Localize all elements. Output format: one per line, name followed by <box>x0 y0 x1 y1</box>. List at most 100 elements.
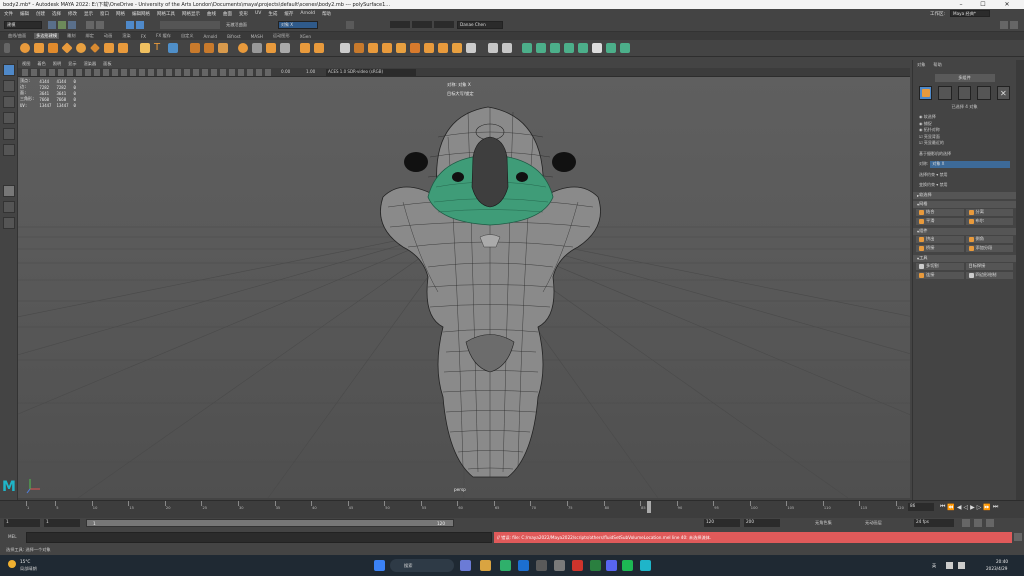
bevel-button[interactable]: 倒角 <box>965 235 1013 243</box>
menu-help[interactable]: 帮助 <box>322 11 331 17</box>
photoshop-icon[interactable] <box>590 560 601 571</box>
poly-cube-icon[interactable] <box>34 43 44 53</box>
menu-uv[interactable]: UV <box>255 11 261 16</box>
target-weld-button[interactable]: 目标焊接 <box>965 262 1013 270</box>
key-icon[interactable] <box>962 519 970 527</box>
task-view-icon[interactable] <box>460 560 471 571</box>
menu-generate[interactable]: 生成 <box>268 11 277 17</box>
multi-cut-button[interactable]: 多切割 <box>916 262 964 270</box>
menu-select[interactable]: 选择 <box>52 11 61 17</box>
separate-icon[interactable] <box>204 43 214 53</box>
volume-icon[interactable] <box>958 562 965 569</box>
four-view-icon[interactable] <box>3 201 15 213</box>
discord-icon[interactable] <box>606 560 617 571</box>
menu-cache[interactable]: 缓存 <box>284 11 293 17</box>
bridge-button[interactable]: 桥接 <box>916 244 964 252</box>
start-icon[interactable] <box>374 560 385 571</box>
move-tool-icon[interactable] <box>3 112 15 124</box>
boolean-union-icon[interactable] <box>300 43 310 53</box>
menu-curves[interactable]: 曲线 <box>207 11 216 17</box>
outliner-layout-icon[interactable] <box>3 217 15 229</box>
anim-layer-select[interactable]: 无动画层 <box>865 520 882 526</box>
anim-prefs-icon[interactable] <box>986 519 994 527</box>
type-tool-icon[interactable]: T <box>154 43 164 53</box>
platonic-solid-icon[interactable] <box>118 43 128 53</box>
spherical-map-icon[interactable] <box>564 43 574 53</box>
combine-icon[interactable] <box>190 43 200 53</box>
multi-cut-icon[interactable] <box>280 43 290 53</box>
append-polygon-icon[interactable] <box>382 43 392 53</box>
rotate-tool-icon[interactable] <box>3 128 15 140</box>
menu-arnold[interactable]: Arnold <box>300 11 315 16</box>
shelf-tab-animation[interactable]: 动画 <box>102 33 114 39</box>
add-divisions-button[interactable]: 添加分段 <box>965 244 1013 252</box>
range-bar[interactable]: 1 120 <box>86 519 454 527</box>
viewport-tool-icons[interactable] <box>22 69 272 76</box>
viewport-canvas[interactable] <box>18 77 910 498</box>
menu-deform[interactable]: 变形 <box>239 11 248 17</box>
steam-icon[interactable] <box>536 560 547 571</box>
playhead[interactable] <box>647 501 652 513</box>
combine-button[interactable]: 结合 <box>916 208 964 216</box>
select-by-hierarchy-icon[interactable] <box>126 21 134 29</box>
connect-button[interactable]: 连接 <box>916 271 964 279</box>
panel-menu-panels[interactable]: 面板 <box>103 61 111 67</box>
multi-component-button[interactable]: 多组件 <box>934 74 995 82</box>
shelf-tab-fx-cache[interactable]: FX 缓存 <box>154 33 173 39</box>
unfold-icon[interactable] <box>606 43 616 53</box>
new-scene-icon[interactable] <box>48 21 56 29</box>
symmetry-object-field[interactable]: 对象 X <box>278 21 318 29</box>
snap-toolbar[interactable] <box>160 21 220 29</box>
menu-mesh[interactable]: 网格 <box>116 11 125 17</box>
range-end-field[interactable]: 120 <box>704 519 740 527</box>
checker-icon[interactable] <box>592 43 602 53</box>
svg-tool-icon[interactable] <box>168 43 178 53</box>
separate-button[interactable]: 分离 <box>965 208 1013 216</box>
menu-modify[interactable]: 修改 <box>68 11 77 17</box>
go-to-end-icon[interactable]: ⏭ <box>993 503 998 511</box>
time-ruler[interactable]: 1 5 10 15 20 25 30 35 40 45 50 55 60 65 70 75 80 85 90 95 10… <box>26 501 906 513</box>
perspective-viewport[interactable]: 对称: 对象 X 目标大写/锁定 persp <box>18 77 910 498</box>
super-shape-icon[interactable] <box>140 43 150 53</box>
select-tool-icon[interactable] <box>3 64 15 76</box>
transform-constraint-value[interactable]: 禁用 <box>940 182 948 187</box>
redo-icon[interactable] <box>96 21 104 29</box>
menu-edit-mesh[interactable]: 编辑网格 <box>132 11 150 17</box>
fill-hole-icon[interactable] <box>396 43 406 53</box>
render-icon[interactable] <box>346 21 354 29</box>
step-back-icon[interactable]: ◀ <box>957 504 962 511</box>
play-back-icon[interactable]: ◁ <box>964 504 969 511</box>
menu-surfaces[interactable]: 曲面 <box>223 11 232 17</box>
section-components[interactable]: ▾ 组件 <box>913 227 1016 235</box>
mel-label[interactable]: MEL <box>8 534 17 539</box>
exposure-field[interactable]: 0.00 <box>281 69 290 74</box>
tab-object[interactable]: 对象 <box>917 62 925 68</box>
quad-draw-button[interactable]: 四边形绘制 <box>965 271 1013 279</box>
save-scene-icon[interactable] <box>68 21 76 29</box>
menu-windows[interactable]: 窗口 <box>100 11 109 17</box>
auto-map-icon[interactable] <box>578 43 588 53</box>
script-editor-icon[interactable] <box>1014 533 1022 541</box>
music-icon[interactable] <box>622 560 633 571</box>
shelf-tab-motion-graphics[interactable]: 运动图形 <box>271 33 292 39</box>
collapse-icon[interactable] <box>424 43 434 53</box>
sel-constraint-value[interactable]: 禁用 <box>940 172 948 177</box>
insert-edge-loop-icon[interactable] <box>354 43 364 53</box>
menu-display[interactable]: 显示 <box>84 11 93 17</box>
section-mesh[interactable]: ▾ 网格 <box>913 200 1016 208</box>
current-frame-field[interactable]: 86 <box>908 503 934 511</box>
poly-cylinder-icon[interactable] <box>48 43 58 53</box>
shelf-tab-rendering[interactable]: 渲染 <box>120 33 132 39</box>
menu-file[interactable]: 文件 <box>4 11 13 17</box>
clear-selection-icon[interactable]: ✕ <box>996 86 1011 100</box>
mode-menu-select[interactable]: 建模 <box>4 21 42 29</box>
wifi-icon[interactable] <box>946 562 953 569</box>
lasso-tool-icon[interactable] <box>3 80 15 92</box>
uv-editor-icon[interactable] <box>522 43 532 53</box>
time-slider[interactable]: 1 5 10 15 20 25 30 35 40 45 50 55 60 65 70 75 80 85 90 95 10… <box>0 500 1024 518</box>
menu-mesh-tools[interactable]: 网格工具 <box>157 11 175 17</box>
ime-indicator[interactable]: 英 <box>932 563 936 569</box>
layout-uv-icon[interactable] <box>620 43 630 53</box>
edge-mode-icon[interactable] <box>957 86 972 100</box>
step-forward-key-icon[interactable]: ⏩ <box>983 504 990 511</box>
